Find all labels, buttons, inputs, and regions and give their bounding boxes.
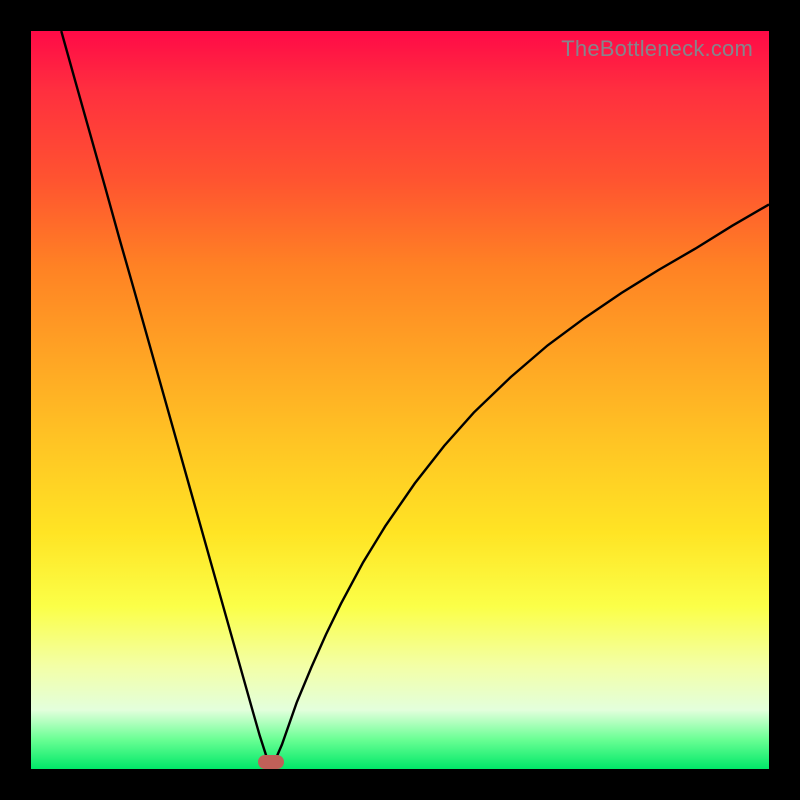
optimal-marker	[258, 755, 284, 769]
plot-area: TheBottleneck.com	[31, 31, 769, 769]
chart-frame: TheBottleneck.com	[0, 0, 800, 800]
curve-layer	[31, 31, 769, 769]
bottleneck-curve	[61, 31, 769, 762]
